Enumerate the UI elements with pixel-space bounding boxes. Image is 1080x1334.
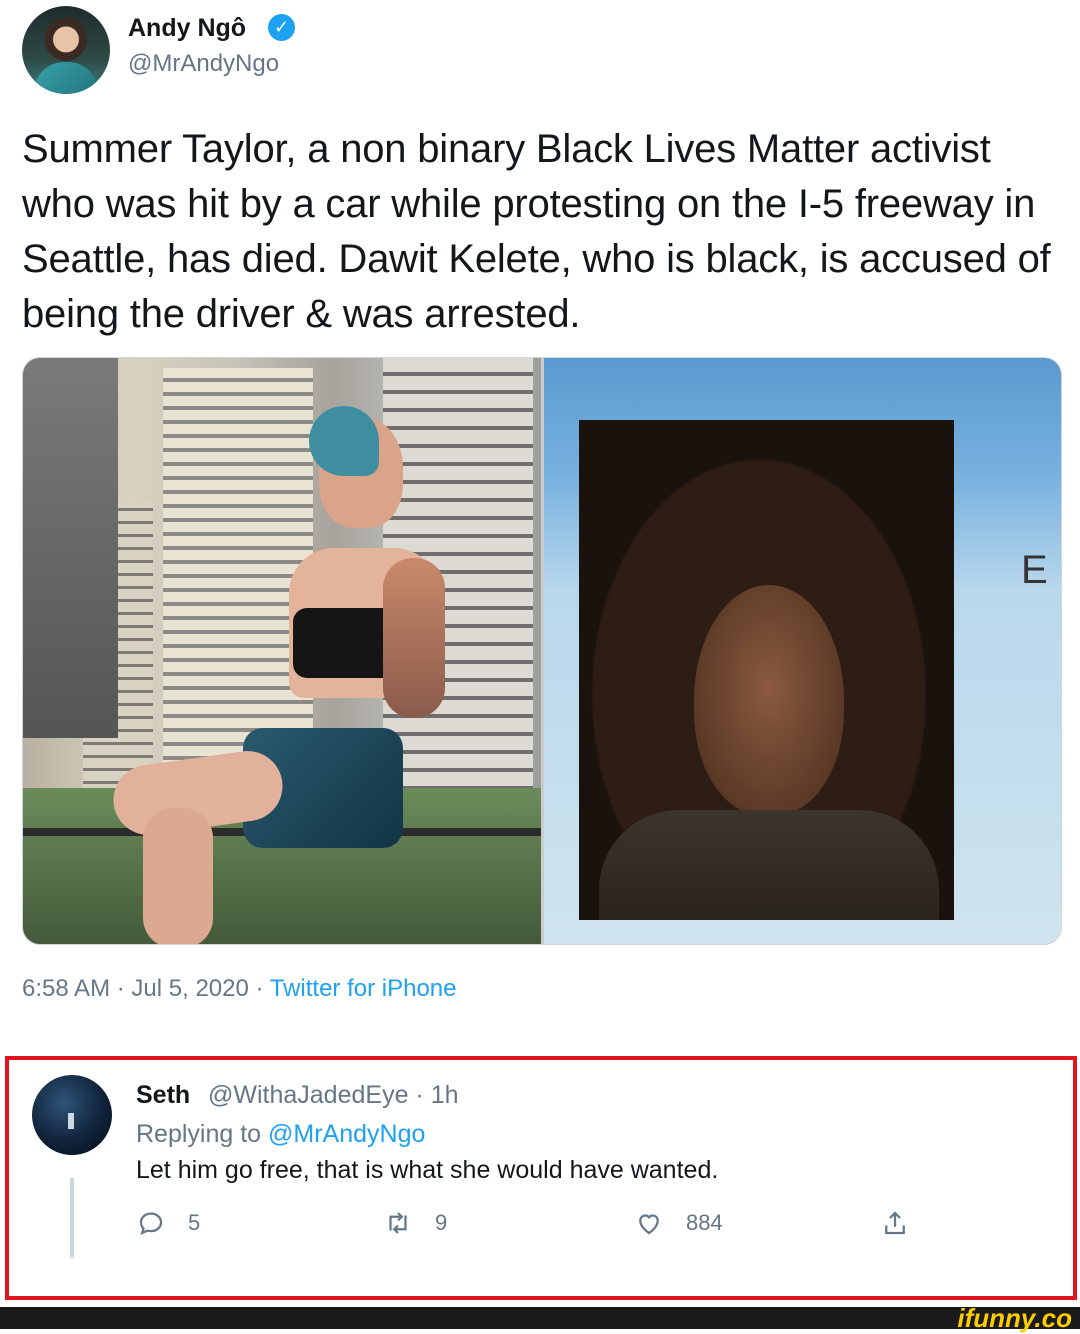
verified-badge-icon: ✓ bbox=[268, 14, 295, 41]
replying-to-label: Replying to bbox=[136, 1120, 262, 1148]
retweet-action-button[interactable]: 9 bbox=[383, 1206, 447, 1240]
thread-line bbox=[70, 1178, 74, 1258]
photo-balcony[interactable] bbox=[23, 358, 541, 944]
replying-to: Replying to @MrAndyNgo bbox=[136, 1120, 425, 1149]
reply-avatar[interactable] bbox=[32, 1075, 112, 1155]
footer-bar bbox=[0, 1307, 1080, 1329]
reply-action-button[interactable]: 5 bbox=[136, 1206, 200, 1240]
tweet-text: Summer Taylor, a non binary Black Lives … bbox=[22, 127, 1051, 336]
reply-author-name[interactable]: Seth bbox=[136, 1081, 190, 1110]
author-handle[interactable]: @MrAndyNgo bbox=[128, 50, 279, 78]
share-action-button[interactable] bbox=[880, 1206, 932, 1240]
retweet-icon bbox=[389, 1212, 407, 1234]
author-name[interactable]: Andy Ngô bbox=[128, 14, 246, 43]
heart-icon bbox=[639, 1214, 659, 1235]
replying-to-handle[interactable]: @MrAndyNgo bbox=[268, 1120, 425, 1148]
reply-text: Let him go free, that is what she would … bbox=[136, 1156, 719, 1184]
reply-count: 5 bbox=[188, 1210, 201, 1235]
author-avatar[interactable] bbox=[22, 6, 110, 94]
like-action-button[interactable]: 884 bbox=[634, 1206, 723, 1240]
tweet-time: 6:58 AM bbox=[22, 975, 111, 1002]
ifunny-watermark: ifunny.co bbox=[957, 1303, 1072, 1333]
tweet-meta: 6:58 AM · Jul 5, 2020 · Twitter for iPho… bbox=[22, 975, 456, 1003]
meta-separator: · bbox=[255, 975, 264, 1002]
tweet-source-link[interactable]: Twitter for iPhone bbox=[270, 975, 457, 1002]
reply-icon bbox=[139, 1212, 163, 1236]
photo-id-card[interactable]: E bbox=[544, 358, 1061, 944]
tweet-date[interactable]: Jul 5, 2020 bbox=[131, 975, 248, 1002]
retweet-count: 9 bbox=[435, 1210, 448, 1235]
id-card-letter: E bbox=[1021, 548, 1048, 592]
meta-separator: · bbox=[116, 975, 125, 1002]
tweet-media[interactable]: E bbox=[22, 357, 1062, 945]
reply-author-handle[interactable]: @WithaJadedEye · 1h bbox=[208, 1081, 459, 1110]
share-icon bbox=[885, 1211, 905, 1235]
like-count: 884 bbox=[686, 1210, 723, 1235]
